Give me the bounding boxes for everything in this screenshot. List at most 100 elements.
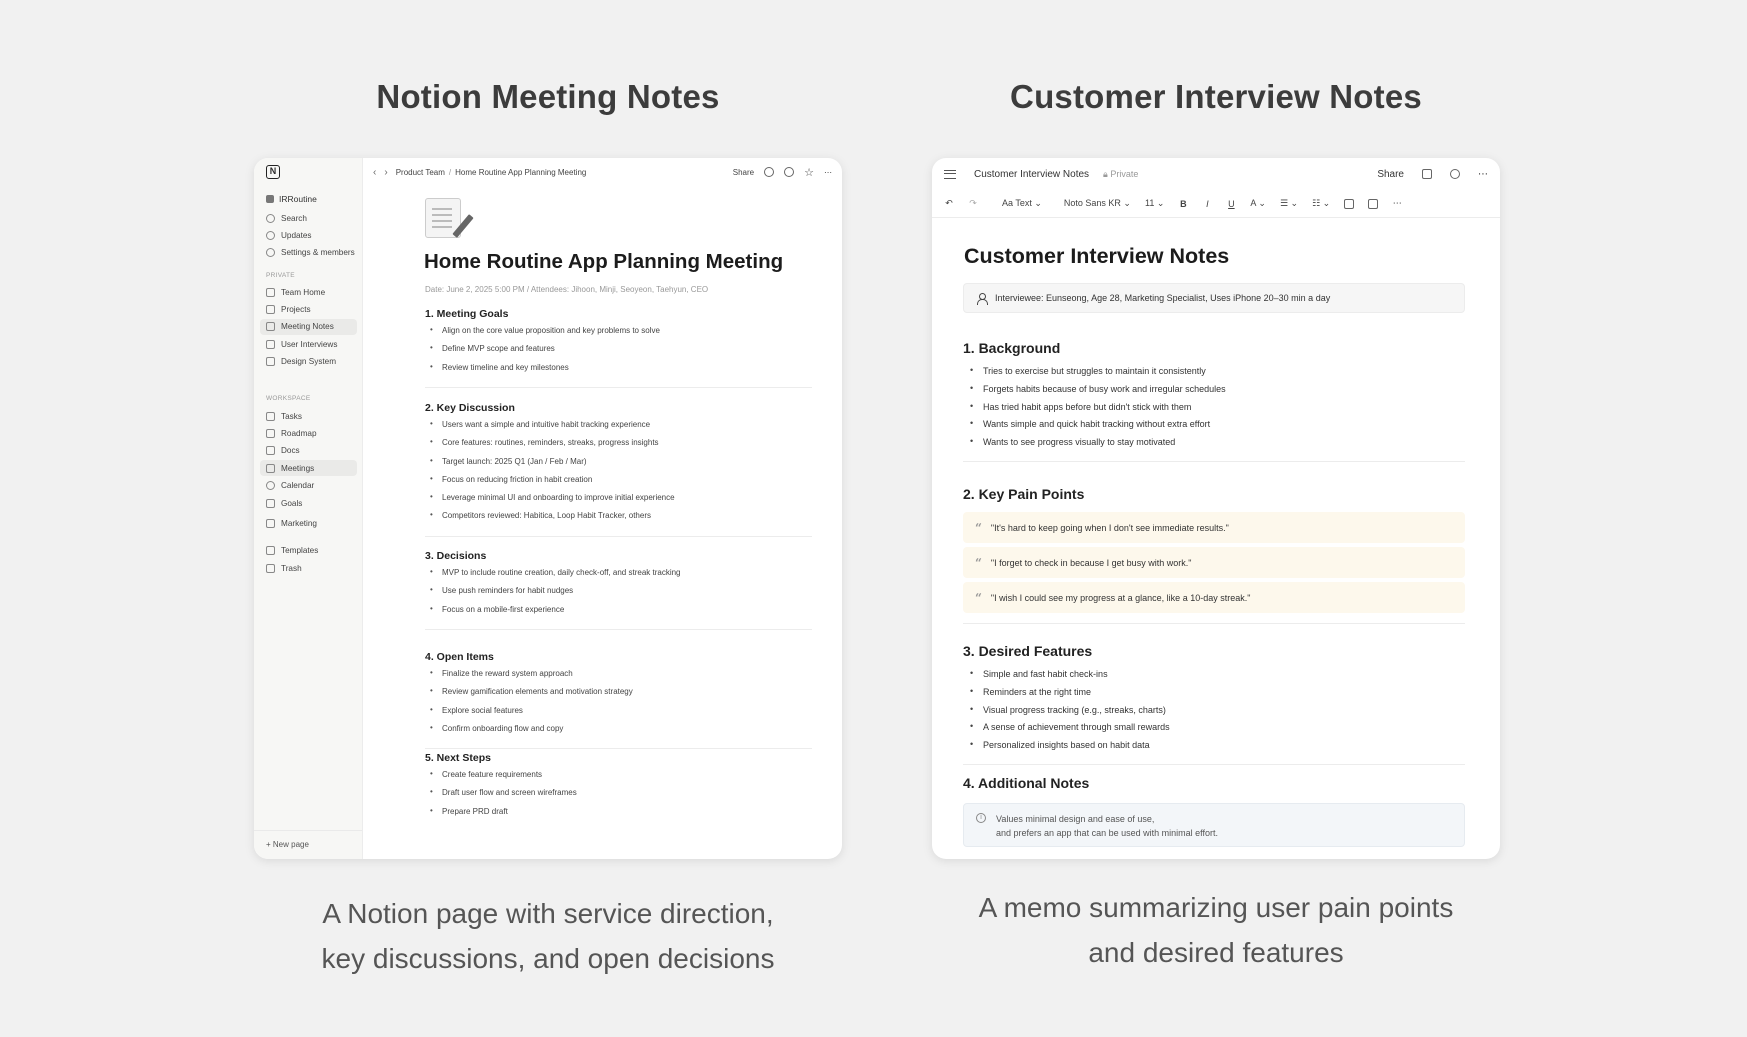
sidebar-item-trash[interactable]: Trash bbox=[260, 560, 357, 576]
sidebar-item-roadmap[interactable]: Roadmap bbox=[260, 425, 357, 441]
template-icon bbox=[266, 545, 275, 555]
list-item[interactable]: Forgets habits because of busy work and … bbox=[963, 383, 1465, 402]
checkbox-icon[interactable] bbox=[1344, 198, 1355, 209]
list-item[interactable]: Focus on reducing friction in habit crea… bbox=[425, 474, 812, 493]
list-item[interactable]: Target launch: 2025 Q1 (Jan / Feb / Mar) bbox=[425, 456, 812, 475]
undo-icon[interactable]: ↶ bbox=[944, 198, 954, 209]
star-icon[interactable]: ☆ bbox=[804, 166, 814, 179]
sidebar-item-label: Tasks bbox=[281, 411, 302, 421]
bold-button[interactable]: B bbox=[1178, 199, 1188, 209]
workspace-switcher[interactable]: IRRoutine bbox=[266, 194, 317, 204]
bullet-list-button[interactable]: ☰ ⌄ bbox=[1280, 198, 1298, 209]
sidebar-item-label: Templates bbox=[281, 545, 319, 555]
notion-section: 5. Next Steps Create feature requirements… bbox=[425, 752, 812, 825]
list-item[interactable]: Review gamification elements and motivat… bbox=[425, 686, 812, 705]
sidebar-item-projects[interactable]: Projects bbox=[260, 301, 357, 317]
list-item[interactable]: Create feature requirements bbox=[425, 769, 812, 788]
share-button[interactable]: Share bbox=[1377, 169, 1404, 180]
sidebar-item-search[interactable]: Search bbox=[260, 210, 357, 226]
page-title[interactable]: Home Routine App Planning Meeting bbox=[424, 250, 783, 274]
list-item[interactable]: Explore social features bbox=[425, 705, 812, 724]
back-icon[interactable]: ‹ bbox=[373, 167, 376, 178]
section-heading[interactable]: 1. Meeting Goals bbox=[425, 308, 812, 320]
list-item[interactable]: Define MVP scope and features bbox=[425, 343, 812, 362]
redo-icon[interactable]: ↷ bbox=[968, 198, 978, 209]
italic-button[interactable]: I bbox=[1202, 199, 1212, 209]
note-line: Values minimal design and ease of use, bbox=[996, 814, 1155, 824]
document-title[interactable]: Customer Interview Notes bbox=[964, 244, 1229, 269]
more-icon[interactable]: ⋯ bbox=[1478, 169, 1488, 180]
sidebar-item-meeting-notes[interactable]: Meeting Notes bbox=[260, 318, 357, 335]
sidebar-item-label: Trash bbox=[281, 563, 302, 573]
sidebar-item-updates[interactable]: Updates bbox=[260, 227, 357, 243]
section-heading[interactable]: 5. Next Steps bbox=[425, 752, 812, 764]
list-item[interactable]: A sense of achievement through small rew… bbox=[963, 721, 1465, 740]
font-size-select[interactable]: 11 ⌄ bbox=[1145, 198, 1164, 209]
list-item[interactable]: Users want a simple and intuitive habit … bbox=[425, 419, 812, 438]
sidebar-item-settings-members[interactable]: Settings & members bbox=[260, 244, 357, 260]
sidebar-item-docs[interactable]: Docs bbox=[260, 443, 357, 459]
list-item[interactable]: Visual progress tracking (e.g., streaks,… bbox=[963, 704, 1465, 723]
list-item[interactable]: Wants to see progress visually to stay m… bbox=[963, 436, 1465, 455]
sidebar-item-calendar[interactable]: Calendar bbox=[260, 478, 357, 494]
list-item[interactable]: Has tried habit apps before but didn't s… bbox=[963, 401, 1465, 420]
privacy-badge[interactable]: 🔒︎ Private bbox=[1103, 169, 1138, 180]
list-item[interactable]: Reminders at the right time bbox=[963, 686, 1465, 705]
breadcrumb-current-page[interactable]: Home Routine App Planning Meeting bbox=[455, 168, 586, 177]
forward-icon[interactable]: › bbox=[384, 167, 387, 178]
page-emoji-icon[interactable] bbox=[425, 198, 461, 238]
workspace-name: IRRoutine bbox=[279, 194, 317, 204]
comment-icon[interactable] bbox=[1422, 169, 1432, 179]
list-item[interactable]: Prepare PRD draft bbox=[425, 806, 812, 825]
numbered-list-button[interactable]: ☷ ⌄ bbox=[1312, 198, 1330, 209]
underline-button[interactable]: U bbox=[1226, 199, 1236, 209]
list-item[interactable]: Wants simple and quick habit tracking wi… bbox=[963, 418, 1465, 437]
list-item[interactable]: Align on the core value proposition and … bbox=[425, 325, 812, 344]
quote-block[interactable]: “ "I wish I could see my progress at a gl… bbox=[963, 582, 1465, 613]
list-item[interactable]: Finalize the reward system approach bbox=[425, 668, 812, 687]
toolbar-more-icon[interactable]: ⋯ bbox=[1392, 198, 1402, 209]
sidebar-item-design-system[interactable]: Design System bbox=[260, 354, 357, 370]
document-name[interactable]: Customer Interview Notes bbox=[974, 169, 1089, 180]
sidebar-item-tasks[interactable]: Tasks bbox=[260, 408, 357, 424]
sidebar-item-meetings[interactable]: Meetings bbox=[260, 460, 357, 477]
new-page-button[interactable]: + New page bbox=[266, 840, 309, 849]
sidebar-item-marketing[interactable]: Marketing bbox=[260, 515, 357, 531]
list-item[interactable]: Leverage minimal UI and onboarding to im… bbox=[425, 492, 812, 511]
share-button[interactable]: Share bbox=[733, 168, 754, 177]
list-item[interactable]: Personalized insights based on habit dat… bbox=[963, 739, 1465, 758]
list-item[interactable]: Review timeline and key milestones bbox=[425, 362, 812, 381]
section-divider bbox=[963, 763, 1465, 765]
list-item[interactable]: Draft user flow and screen wireframes bbox=[425, 787, 812, 806]
list-item[interactable]: Focus on a mobile-first experience bbox=[425, 604, 812, 623]
menu-icon[interactable] bbox=[944, 169, 956, 179]
section-heading[interactable]: 2. Key Discussion bbox=[425, 402, 812, 414]
sidebar-item-team-home[interactable]: Team Home bbox=[260, 284, 357, 300]
text-color-button[interactable]: A ⌄ bbox=[1250, 198, 1266, 209]
list-item[interactable]: Confirm onboarding flow and copy bbox=[425, 723, 812, 742]
sidebar-item-templates[interactable]: Templates bbox=[260, 542, 357, 558]
table-icon[interactable] bbox=[1368, 198, 1379, 209]
notion-logo-icon[interactable]: N bbox=[266, 165, 280, 179]
section-heading[interactable]: 3. Decisions bbox=[425, 550, 812, 562]
sidebar-section-label: WORKSPACE bbox=[266, 395, 311, 402]
breadcrumb-product-team[interactable]: Product Team bbox=[396, 168, 445, 177]
section-heading[interactable]: 4. Open Items bbox=[425, 651, 812, 663]
interviewee-callout: Interviewee: Eunseong, Age 28, Marketing… bbox=[963, 283, 1465, 313]
quote-block[interactable]: “ "I forget to check in because I get bus… bbox=[963, 547, 1465, 578]
list-item[interactable]: Tries to exercise but struggles to maint… bbox=[963, 365, 1465, 384]
text-style-select[interactable]: Aa Text ⌄ bbox=[1002, 198, 1042, 209]
sidebar-item-user-interviews[interactable]: User Interviews bbox=[260, 336, 357, 352]
comment-icon[interactable] bbox=[764, 167, 775, 177]
quote-block[interactable]: “ "It's hard to keep going when I don't s… bbox=[963, 512, 1465, 543]
list-item[interactable]: Simple and fast habit check-ins bbox=[963, 668, 1465, 687]
history-icon[interactable] bbox=[784, 167, 795, 177]
list-item[interactable]: MVP to include routine creation, daily c… bbox=[425, 567, 812, 586]
history-icon[interactable] bbox=[1450, 169, 1460, 179]
list-item[interactable]: Competitors reviewed: Habitica, Loop Hab… bbox=[425, 510, 812, 529]
list-item[interactable]: Core features: routines, reminders, stre… bbox=[425, 437, 812, 456]
sidebar-item-goals[interactable]: Goals bbox=[260, 495, 357, 511]
list-item[interactable]: Use push reminders for habit nudges bbox=[425, 585, 812, 604]
more-icon[interactable]: ⋯ bbox=[824, 168, 832, 177]
font-select[interactable]: Noto Sans KR ⌄ bbox=[1064, 198, 1131, 209]
